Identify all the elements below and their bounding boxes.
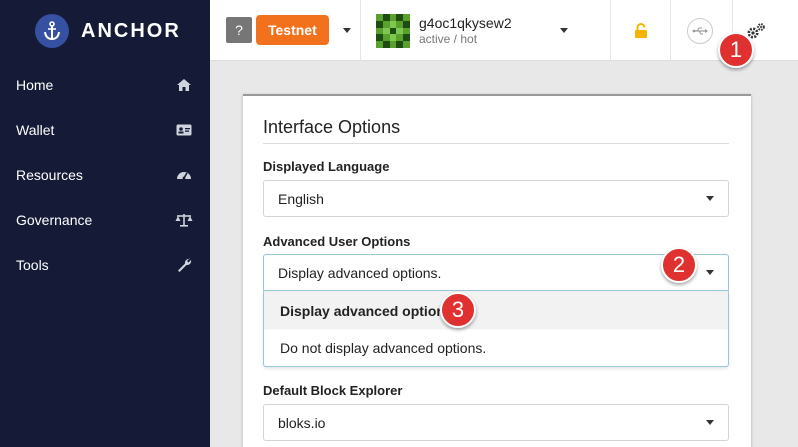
chain-badge[interactable]: Testnet bbox=[256, 15, 329, 45]
main-content: Interface Options Displayed Language Eng… bbox=[210, 62, 798, 447]
brand: ANCHOR bbox=[0, 0, 210, 62]
sidebar-item-label: Tools bbox=[16, 256, 49, 273]
sidebar-item-tools[interactable]: Tools bbox=[0, 242, 210, 287]
brand-name: ANCHOR bbox=[81, 19, 181, 42]
chevron-down-icon[interactable] bbox=[342, 27, 351, 33]
card-title: Interface Options bbox=[263, 117, 729, 144]
chain-selector[interactable]: ? Testnet bbox=[226, 15, 351, 45]
unlock-icon[interactable] bbox=[628, 18, 654, 44]
callout-3: 3 bbox=[440, 292, 476, 328]
block-explorer-label: Default Block Explorer bbox=[263, 383, 403, 398]
sidebar-item-label: Home bbox=[16, 76, 54, 93]
divider bbox=[360, 0, 361, 61]
anchor-logo-icon bbox=[35, 14, 69, 48]
chain-help-button[interactable]: ? bbox=[226, 17, 252, 43]
sidebar-item-label: Wallet bbox=[16, 121, 55, 138]
sidebar-item-governance[interactable]: Governance bbox=[0, 197, 210, 242]
chevron-down-icon bbox=[706, 270, 714, 275]
sidebar-item-label: Resources bbox=[16, 166, 83, 183]
avatar bbox=[376, 14, 410, 48]
advanced-options-select[interactable]: Display advanced options. bbox=[263, 254, 729, 291]
chevron-down-icon bbox=[706, 196, 714, 201]
callout-1: 1 bbox=[718, 32, 754, 68]
gauge-icon bbox=[174, 166, 194, 184]
balance-scale-icon bbox=[174, 211, 194, 229]
block-explorer-select[interactable]: bloks.io bbox=[263, 404, 729, 441]
option-display-advanced[interactable]: Display advanced options. bbox=[264, 292, 728, 329]
top-bar: ? Testnet g4oc1qkysew2 active / hot bbox=[210, 0, 798, 61]
wrench-icon bbox=[174, 256, 194, 274]
account-name: g4oc1qkysew2 bbox=[419, 15, 512, 31]
id-card-icon bbox=[174, 121, 194, 139]
divider bbox=[610, 0, 611, 61]
usb-icon[interactable] bbox=[687, 18, 713, 44]
language-value: English bbox=[278, 190, 324, 207]
sidebar-item-home[interactable]: Home bbox=[0, 62, 210, 107]
sidebar-item-label: Governance bbox=[16, 211, 93, 228]
language-label: Displayed Language bbox=[263, 159, 390, 174]
chevron-down-icon bbox=[706, 420, 714, 425]
sidebar-item-wallet[interactable]: Wallet bbox=[0, 107, 210, 152]
block-explorer-value: bloks.io bbox=[278, 414, 326, 431]
account-selector[interactable]: g4oc1qkysew2 active / hot bbox=[376, 14, 512, 48]
advanced-options-value: Display advanced options. bbox=[278, 264, 442, 281]
home-icon bbox=[174, 76, 194, 94]
sidebar: ANCHOR Home Wallet Resources Governance … bbox=[0, 0, 210, 447]
sidebar-item-resources[interactable]: Resources bbox=[0, 152, 210, 197]
callout-2: 2 bbox=[661, 247, 697, 283]
advanced-options-menu: Display advanced options. Do not display… bbox=[263, 291, 729, 367]
divider bbox=[670, 0, 671, 61]
option-hide-advanced[interactable]: Do not display advanced options. bbox=[264, 329, 728, 366]
advanced-options-label: Advanced User Options bbox=[263, 234, 411, 249]
account-permission: active / hot bbox=[419, 32, 478, 46]
language-select[interactable]: English bbox=[263, 180, 729, 217]
chevron-down-icon[interactable] bbox=[560, 28, 568, 33]
